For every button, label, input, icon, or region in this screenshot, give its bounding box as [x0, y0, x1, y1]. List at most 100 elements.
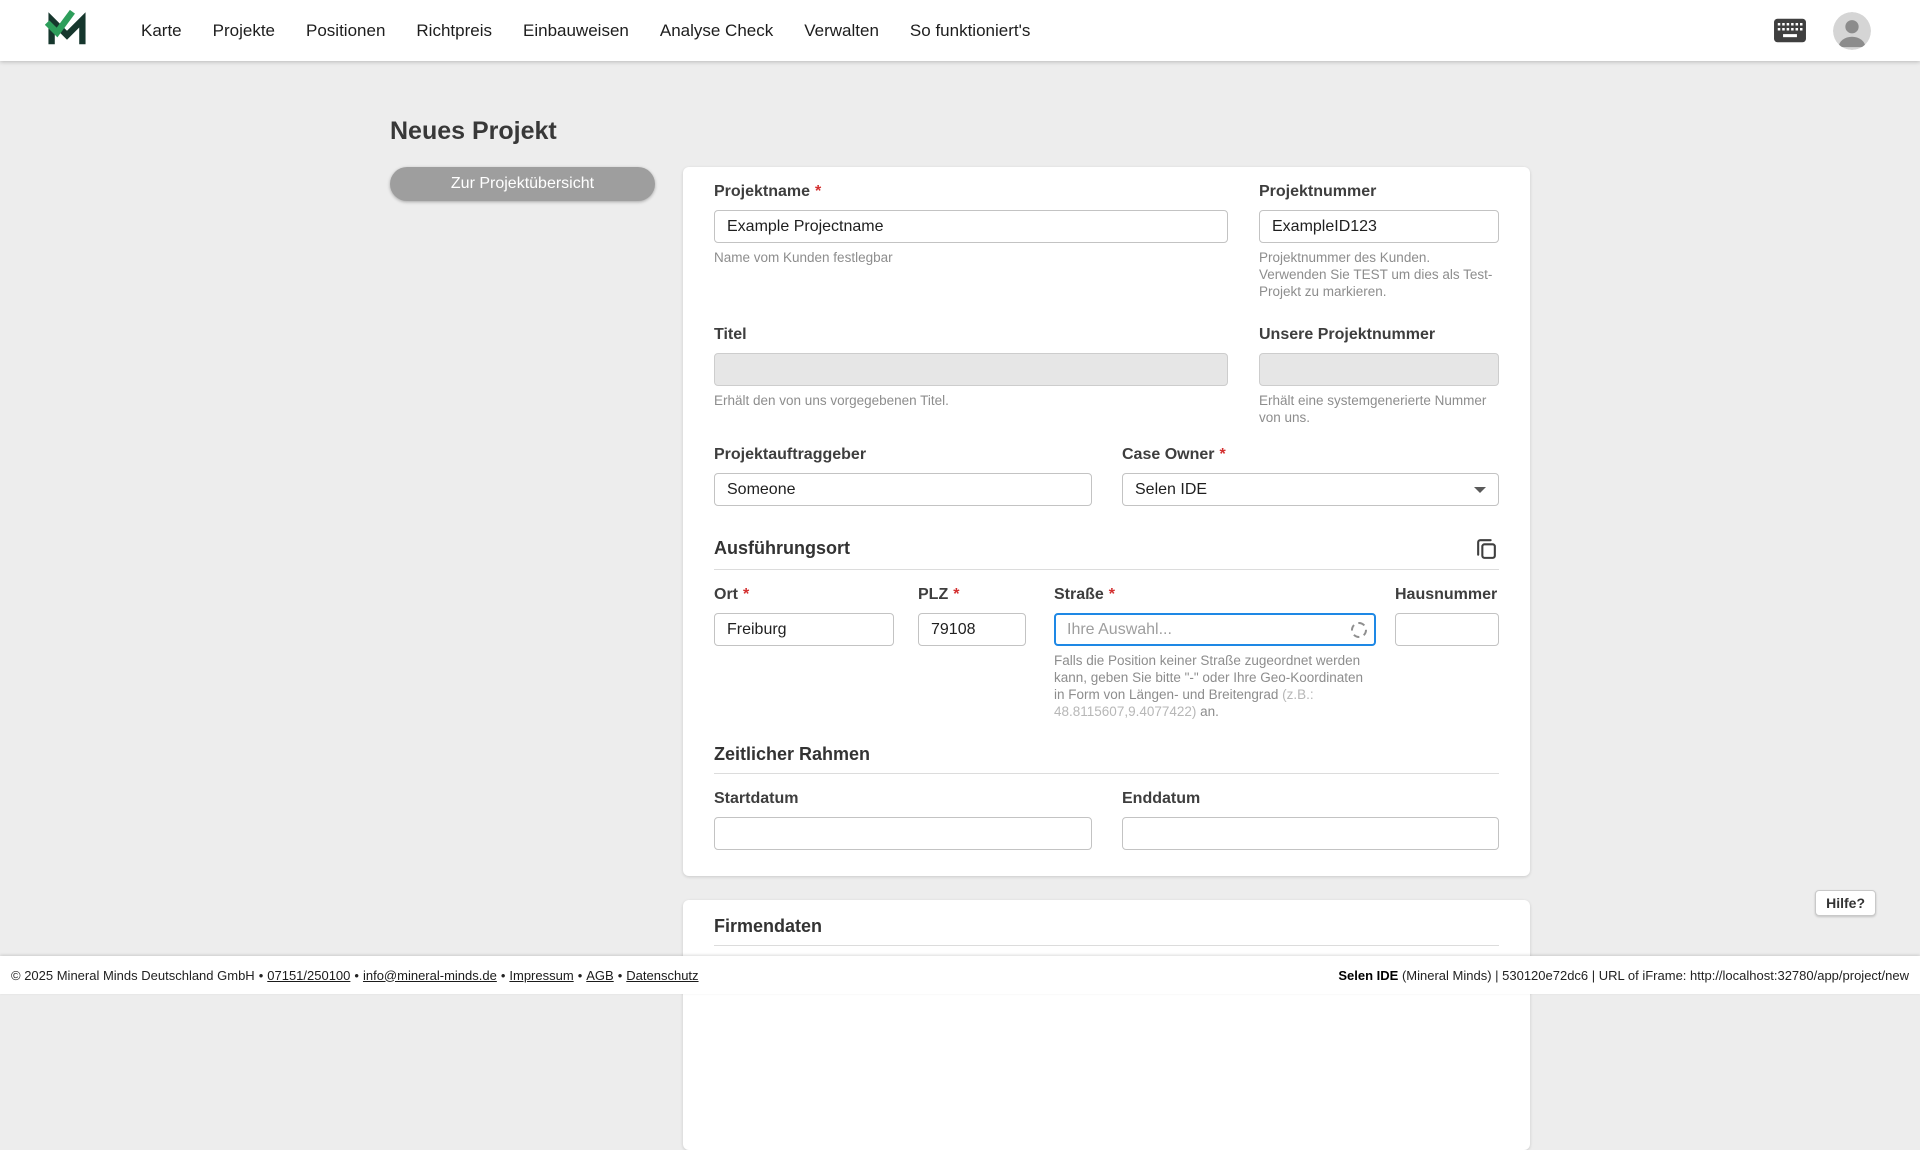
startdatum-input[interactable] [714, 817, 1092, 850]
footer: © 2025 Mineral Minds Deutschland GmbH • … [0, 956, 1920, 994]
strasse-label: Straße * [1054, 586, 1376, 604]
projektname-input[interactable] [714, 210, 1228, 243]
case-owner-select[interactable]: Selen IDE [1122, 473, 1499, 506]
user-avatar[interactable] [1833, 12, 1871, 50]
section-firmendaten: Firmendaten [714, 916, 1499, 937]
projektnummer-input[interactable] [1259, 210, 1499, 243]
person-icon [1833, 12, 1871, 50]
footer-separator: • [578, 968, 583, 983]
case-owner-label: Case Owner * [1122, 446, 1499, 464]
titel-label: Titel [714, 326, 1228, 344]
section-divider [714, 773, 1499, 774]
mineral-minds-logo-icon [45, 9, 89, 52]
projektauftraggeber-label: Projektauftraggeber [714, 446, 1092, 464]
field-unsere-projektnummer: Unsere Projektnummer Erhält eine systemg… [1259, 326, 1499, 426]
field-ort: Ort * [714, 586, 894, 720]
nav-item-projekte[interactable]: Projekte [213, 21, 275, 41]
row-address: Ort * PLZ* Straße * [714, 586, 1499, 720]
case-owner-label-text: Case Owner [1122, 446, 1214, 463]
required-asterisk: * [743, 586, 749, 603]
field-projektauftraggeber: Projektauftraggeber [714, 446, 1092, 506]
nav-item-karte[interactable]: Karte [141, 21, 182, 41]
app-logo[interactable] [45, 9, 89, 52]
field-projektnummer: Projektnummer Projektnummer des Kunden. … [1259, 183, 1499, 300]
required-asterisk: * [953, 586, 959, 603]
nav-item-positionen[interactable]: Positionen [306, 21, 385, 41]
unsere-projektnummer-input [1259, 353, 1499, 386]
titel-input [714, 353, 1228, 386]
required-asterisk: * [1109, 586, 1115, 603]
strasse-input[interactable] [1054, 613, 1376, 646]
plz-input[interactable] [918, 613, 1026, 646]
footer-phone-link[interactable]: 07151/250100 [267, 968, 350, 983]
unsere-projektnummer-helper: Erhält eine systemgenerierte Nummer von … [1259, 392, 1499, 426]
left-column: Zur Projektübersicht [390, 167, 655, 201]
required-asterisk: * [1219, 446, 1225, 463]
page-title: Neues Projekt [390, 117, 1530, 146]
field-startdatum: Startdatum [714, 790, 1092, 850]
strasse-helper: Falls die Position keiner Straße zugeord… [1054, 652, 1376, 720]
projektauftraggeber-input[interactable] [714, 473, 1092, 506]
row-titel-unsere-projektnummer: Titel Erhält den von uns vorgegebenen Ti… [714, 326, 1499, 426]
ort-label-text: Ort [714, 586, 738, 603]
nav-item-analyse-check[interactable]: Analyse Check [660, 21, 773, 41]
firmendaten-card: Firmendaten [683, 900, 1530, 1150]
strasse-helper-text: Falls die Position keiner Straße zugeord… [1054, 653, 1363, 702]
loading-spinner-icon [1351, 622, 1367, 638]
startdatum-label: Startdatum [714, 790, 1092, 808]
back-to-projects-button[interactable]: Zur Projektübersicht [390, 167, 655, 201]
top-navbar: Karte Projekte Positionen Richtpreis Ein… [0, 0, 1920, 61]
ort-input[interactable] [714, 613, 894, 646]
projektname-helper: Name vom Kunden festlegbar [714, 249, 1228, 266]
footer-email-link[interactable]: info@mineral-minds.de [363, 968, 497, 983]
nav-item-verwalten[interactable]: Verwalten [804, 21, 879, 41]
help-button[interactable]: Hilfe? [1815, 890, 1876, 916]
hausnummer-label: Hausnummer [1395, 586, 1499, 604]
section-ausfuehrungsort: Ausführungsort [714, 536, 1499, 561]
section-zeitlicher-rahmen: Zeitlicher Rahmen [714, 744, 1499, 765]
field-hausnummer: Hausnummer [1395, 586, 1499, 720]
row-projektname-projektnummer: Projektname* Name vom Kunden festlegbar … [714, 183, 1499, 300]
footer-separator: • [354, 968, 359, 983]
footer-separator: • [618, 968, 623, 983]
strasse-helper-suffix: an. [1196, 704, 1219, 719]
footer-datenschutz-link[interactable]: Datenschutz [626, 968, 698, 983]
field-titel: Titel Erhält den von uns vorgegebenen Ti… [714, 326, 1228, 426]
footer-agb-link[interactable]: AGB [586, 968, 613, 983]
case-owner-value: Selen IDE [1135, 481, 1207, 499]
project-form-card: Projektname* Name vom Kunden festlegbar … [683, 167, 1530, 876]
chevron-down-icon [1474, 487, 1486, 493]
hausnummer-input[interactable] [1395, 613, 1499, 646]
projektname-label: Projektname * [714, 183, 1228, 201]
row-auftraggeber-caseowner: Projektauftraggeber Case Owner * Selen ID… [714, 446, 1499, 506]
keyboard-icon[interactable] [1773, 18, 1807, 43]
enddatum-input[interactable] [1122, 817, 1499, 850]
firmendaten-heading: Firmendaten [714, 916, 822, 937]
copy-icon[interactable] [1474, 536, 1499, 561]
nav-item-so-funktionierts[interactable]: So funktioniert's [910, 21, 1030, 41]
footer-session-detail: (Mineral Minds) | 530120e72dc6 | URL of … [1398, 968, 1909, 983]
footer-left: © 2025 Mineral Minds Deutschland GmbH • … [11, 968, 699, 983]
footer-session-user: Selen IDE [1338, 968, 1398, 983]
projektnummer-helper: Projektnummer des Kunden. Verwenden Sie … [1259, 249, 1499, 300]
projektname-label-text: Projektname [714, 183, 810, 200]
required-asterisk: * [815, 183, 821, 200]
field-projektname: Projektname * Name vom Kunden festlegbar [714, 183, 1228, 300]
titel-helper: Erhält den von uns vorgegebenen Titel. [714, 392, 1228, 409]
field-case-owner: Case Owner * Selen IDE [1122, 446, 1499, 506]
footer-separator: • [259, 968, 264, 983]
footer-session-info: Selen IDE (Mineral Minds) | 530120e72dc6… [1338, 968, 1909, 983]
footer-copyright: © 2025 Mineral Minds Deutschland GmbH [11, 968, 255, 983]
ort-label: Ort * [714, 586, 894, 604]
footer-separator: • [501, 968, 506, 983]
strasse-label-text: Straße [1054, 586, 1104, 603]
nav-item-richtpreis[interactable]: Richtpreis [416, 21, 492, 41]
zeitlicher-rahmen-heading: Zeitlicher Rahmen [714, 744, 870, 765]
footer-impressum-link[interactable]: Impressum [509, 968, 573, 983]
field-plz: PLZ* [918, 586, 1026, 720]
main-nav: Karte Projekte Positionen Richtpreis Ein… [141, 21, 1030, 41]
nav-item-einbauweisen[interactable]: Einbauweisen [523, 21, 629, 41]
unsere-projektnummer-label: Unsere Projektnummer [1259, 326, 1499, 344]
field-strasse: Straße * Falls die Position keiner Straße… [1054, 586, 1376, 720]
field-enddatum: Enddatum [1122, 790, 1499, 850]
